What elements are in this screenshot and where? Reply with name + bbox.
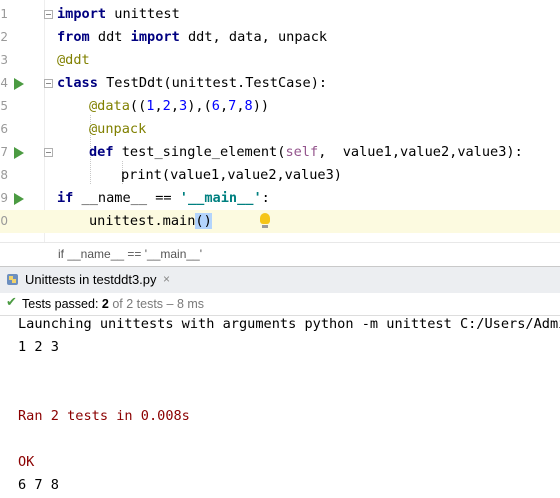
code-text: import unittest xyxy=(57,6,180,22)
code-line[interactable]: 4 class TestDdt(unittest.TestCase): xyxy=(0,72,560,95)
line-number: 1 xyxy=(0,7,8,21)
code-line-current[interactable]: 0 unittest.main() xyxy=(0,210,560,233)
console-line: 1 2 3 xyxy=(18,339,59,355)
console-line: Ran 2 tests in 0.008s xyxy=(18,408,190,424)
line-number: 0 xyxy=(0,214,8,228)
line-number: 6 xyxy=(0,122,8,136)
line-number: 3 xyxy=(0,53,8,67)
run-test-icon[interactable] xyxy=(14,147,24,159)
check-icon: ✔ xyxy=(6,295,17,310)
console-output[interactable]: Launching unittests with arguments pytho… xyxy=(0,316,560,498)
code-line[interactable]: 2 from ddt import ddt, data, unpack xyxy=(0,26,560,49)
test-status-bar: ✔ Tests passed: 2 of 2 tests – 8 ms xyxy=(0,293,560,316)
code-text: print(value1,value2,value3) xyxy=(121,167,342,183)
lightbulb-icon[interactable] xyxy=(260,213,270,228)
code-text: @ddt xyxy=(57,52,90,68)
code-text: @unpack xyxy=(89,121,147,137)
code-text: class TestDdt(unittest.TestCase): xyxy=(57,75,328,91)
line-number: 9 xyxy=(0,191,8,205)
fold-marker[interactable] xyxy=(44,148,53,157)
code-text: from ddt import ddt, data, unpack xyxy=(57,29,328,45)
code-line[interactable]: 1 import unittest xyxy=(0,3,560,26)
fold-marker[interactable] xyxy=(44,10,53,19)
console-line: OK xyxy=(18,454,35,470)
run-test-icon[interactable] xyxy=(14,78,24,90)
console-line: 6 7 8 xyxy=(18,477,59,493)
code-text: def test_single_element(self, value1,val… xyxy=(89,144,523,160)
selected-parens: () xyxy=(195,213,212,229)
code-text: @data((1,2,3),(6,7,8)) xyxy=(89,98,270,114)
breadcrumb[interactable]: if __name__ == '__main__' xyxy=(0,242,560,267)
line-number: 7 xyxy=(0,145,8,159)
fold-marker[interactable] xyxy=(44,79,53,88)
run-tab-title[interactable]: Unittests in testddt3.py xyxy=(25,272,157,287)
line-number: 4 xyxy=(0,76,8,90)
line-number: 2 xyxy=(0,30,8,44)
code-editor[interactable]: 1 import unittest 2 from ddt import ddt,… xyxy=(0,0,560,242)
code-line[interactable]: 7 def test_single_element(self, value1,v… xyxy=(0,141,560,164)
code-line[interactable]: 6 @unpack xyxy=(0,118,560,141)
run-tool-window-header: Unittests in testddt3.py × xyxy=(0,266,560,294)
code-line[interactable]: 5 @data((1,2,3),(6,7,8)) xyxy=(0,95,560,118)
python-file-icon xyxy=(7,274,18,285)
test-status-text: Tests passed: 2 of 2 tests – 8 ms xyxy=(22,297,205,311)
code-line[interactable]: 3 @ddt xyxy=(0,49,560,72)
line-number: 8 xyxy=(0,168,8,182)
run-script-icon[interactable] xyxy=(14,193,24,205)
close-icon[interactable]: × xyxy=(163,272,170,286)
code-line[interactable]: 9 if __name__ == '__main__': xyxy=(0,187,560,210)
code-line[interactable]: 8 print(value1,value2,value3) xyxy=(0,164,560,187)
code-text: unittest.main() xyxy=(89,213,212,229)
code-text: if __name__ == '__main__': xyxy=(57,190,270,206)
console-line: Launching unittests with arguments pytho… xyxy=(18,316,560,332)
line-number: 5 xyxy=(0,99,8,113)
breadcrumb-item[interactable]: if __name__ == '__main__' xyxy=(58,247,202,261)
